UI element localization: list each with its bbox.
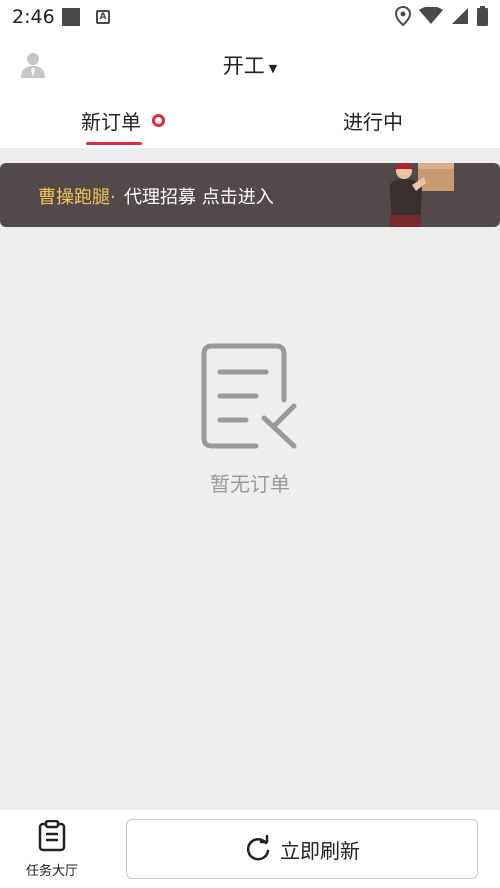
notification-a-icon: A xyxy=(96,10,110,24)
empty-state-text: 暂无订单 xyxy=(210,472,290,496)
no-orders-icon xyxy=(201,343,297,449)
nav-task-hall[interactable]: 任务大厅 xyxy=(18,819,86,879)
new-order-dot-icon xyxy=(152,114,165,127)
tab-in-progress[interactable]: 进行中 xyxy=(343,106,403,135)
nav-task-hall-label: 任务大厅 xyxy=(25,864,78,879)
tab-bar: 新订单 进行中 xyxy=(0,94,500,148)
banner-brand: 曹操跑腿· xyxy=(38,187,116,208)
banner-text: 代理招募 点击进入 xyxy=(124,187,274,208)
status-bar: 2:46 A xyxy=(0,0,500,34)
wifi-icon xyxy=(419,7,443,24)
page-title: 开工 xyxy=(222,54,265,78)
caret-down-icon: ▼ xyxy=(268,62,278,75)
location-icon xyxy=(395,6,411,26)
refresh-button[interactable]: 立即刷新 xyxy=(126,819,478,879)
active-tab-indicator xyxy=(86,142,142,145)
empty-state: 暂无订单 xyxy=(0,340,500,497)
signal-icon xyxy=(452,8,468,24)
tab-new-orders[interactable]: 新订单 xyxy=(81,106,141,135)
clipboard-icon xyxy=(38,819,66,852)
agent-recruit-banner[interactable]: 曹操跑腿· 代理招募 点击进入 xyxy=(0,163,500,227)
refresh-icon xyxy=(246,835,270,861)
refresh-label: 立即刷新 xyxy=(280,838,360,863)
status-icons xyxy=(395,6,488,26)
status-selector[interactable]: 开工 ▼ xyxy=(0,50,500,80)
battery-icon xyxy=(477,6,488,26)
status-time: 2:46 xyxy=(12,6,55,28)
courier-illustration xyxy=(390,163,454,227)
bottom-bar: 任务大厅 立即刷新 xyxy=(0,810,500,888)
header: 开工 ▼ xyxy=(0,34,500,94)
notification-square-icon xyxy=(62,8,80,26)
